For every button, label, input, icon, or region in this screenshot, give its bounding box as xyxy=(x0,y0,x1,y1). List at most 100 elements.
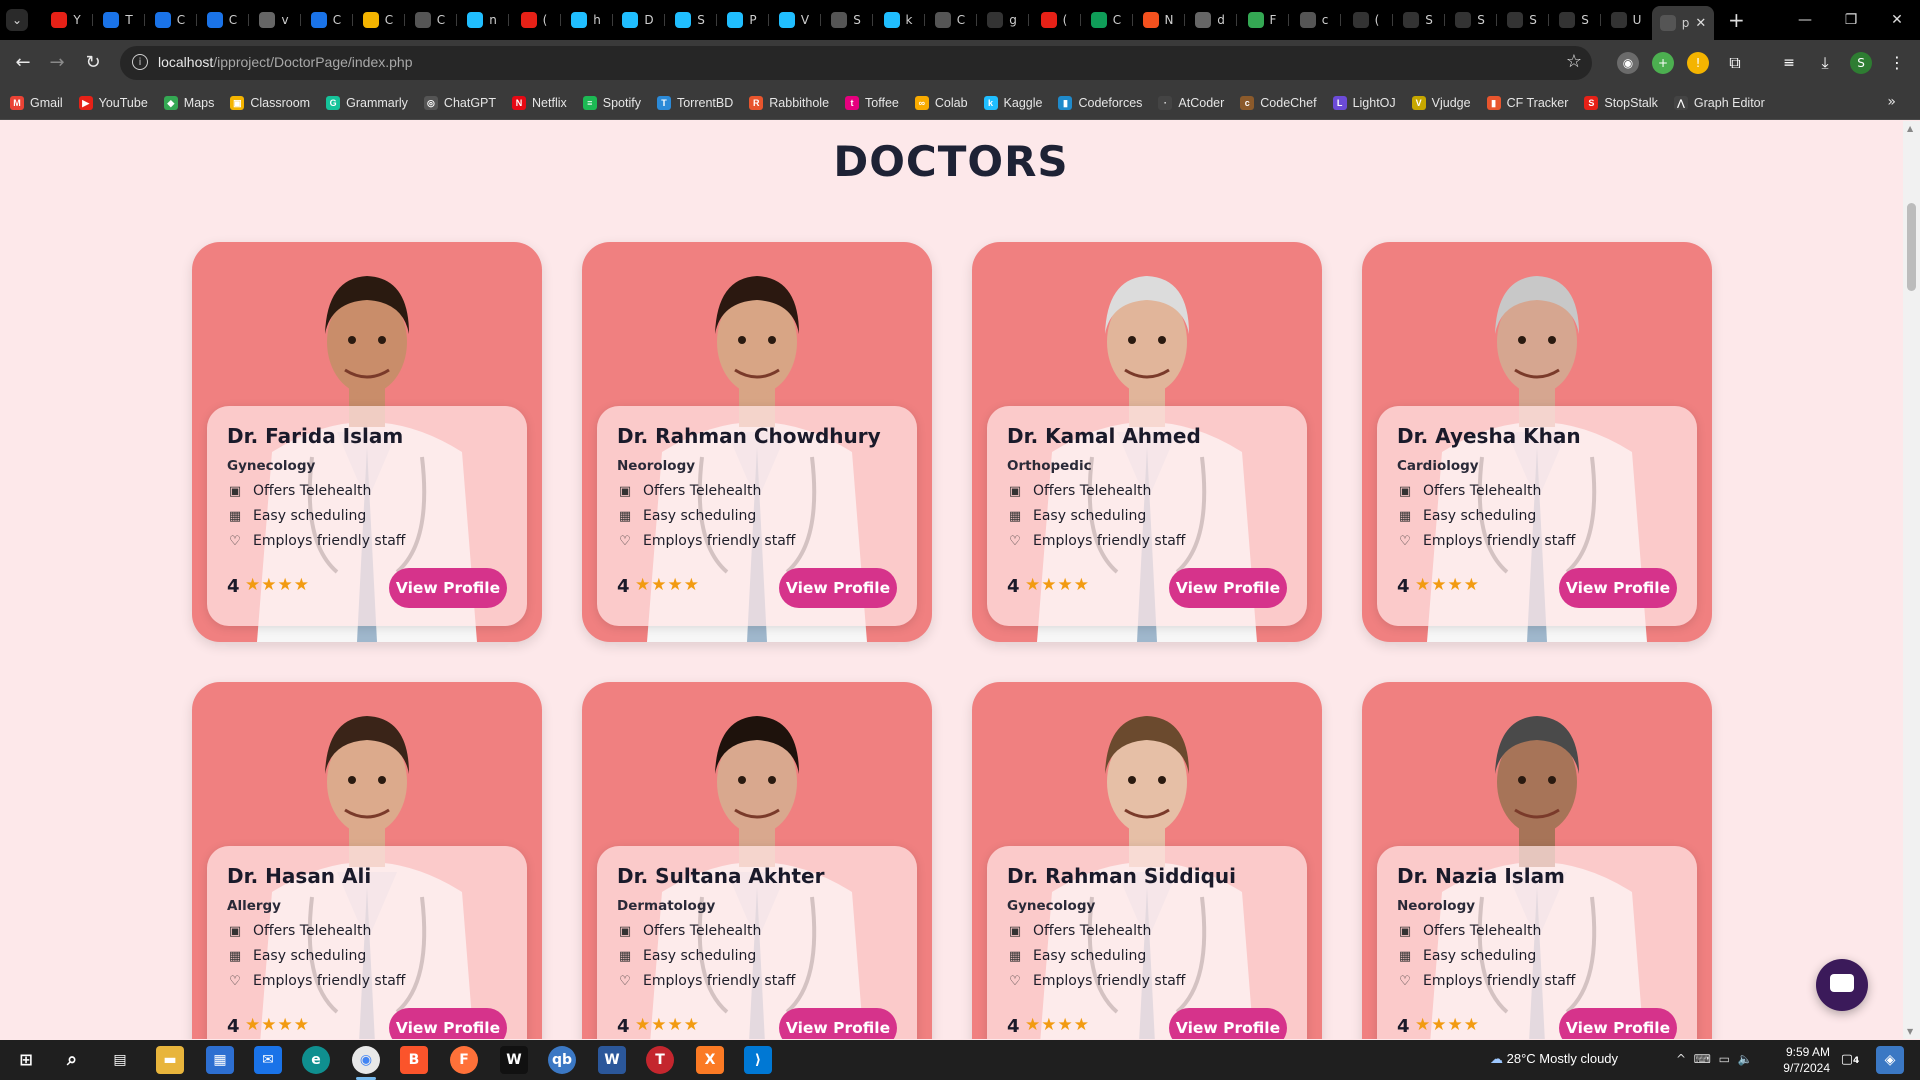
bookmark-star-icon[interactable]: ☆ xyxy=(1566,51,1582,72)
download-icon[interactable]: ⤓ xyxy=(1814,52,1836,74)
extensions-puzzle-icon[interactable]: ⧉ xyxy=(1724,52,1746,74)
view-profile-button[interactable]: View Profile xyxy=(1559,1008,1677,1039)
bookmark-item[interactable]: ▮ CF Tracker xyxy=(1486,95,1568,110)
system-tray[interactable]: ^ ⌨ ▭ 🔈 xyxy=(1676,1052,1753,1066)
extension-icon[interactable]: ! xyxy=(1687,52,1709,74)
browser-tab[interactable]: S xyxy=(820,5,872,35)
extension-icon[interactable]: ◉ xyxy=(1617,52,1639,74)
browser-tab[interactable]: d xyxy=(1184,5,1236,35)
bookmark-item[interactable]: · AtCoder xyxy=(1158,95,1224,110)
browser-tab[interactable]: Y xyxy=(40,5,92,35)
brave-icon[interactable]: B xyxy=(400,1046,428,1074)
browser-tab[interactable]: F xyxy=(1236,5,1288,35)
bookmark-item[interactable]: t Toffee xyxy=(845,95,899,110)
xampp-icon[interactable]: X xyxy=(696,1046,724,1074)
site-info-icon[interactable]: i xyxy=(132,54,148,70)
new-tab-button[interactable]: + xyxy=(1728,8,1745,32)
browser-tab[interactable]: v xyxy=(248,5,300,35)
browser-tab[interactable]: ( xyxy=(508,5,560,35)
view-profile-button[interactable]: View Profile xyxy=(389,568,507,608)
browser-tab[interactable]: S xyxy=(664,5,716,35)
browser-tab[interactable]: k xyxy=(872,5,924,35)
back-arrow-icon[interactable]: ← xyxy=(10,50,36,76)
url-text[interactable]: localhost/ipproject/DoctorPage/index.php xyxy=(158,54,413,70)
address-bar[interactable]: i localhost/ipproject/DoctorPage/index.p… xyxy=(120,46,1592,80)
forward-arrow-icon[interactable]: → xyxy=(44,50,70,76)
view-profile-button[interactable]: View Profile xyxy=(779,568,897,608)
bookmark-item[interactable]: ∞ Colab xyxy=(914,95,968,110)
browser-tab[interactable]: S xyxy=(1548,5,1600,35)
browser-tab[interactable]: ( xyxy=(1340,5,1392,35)
view-profile-button[interactable]: View Profile xyxy=(389,1008,507,1039)
bookmark-item[interactable]: ◎ ChatGPT xyxy=(423,95,496,110)
bookmark-item[interactable]: ⋀ Graph Editor xyxy=(1673,95,1765,110)
scroll-up-icon[interactable]: ▲ xyxy=(1907,124,1913,133)
bookmark-item[interactable]: ▣ Classroom xyxy=(230,95,310,110)
bookmark-item[interactable]: k Kaggle xyxy=(983,95,1042,110)
mail-icon[interactable]: ✉ xyxy=(254,1046,282,1074)
edge-icon[interactable]: e xyxy=(302,1046,330,1074)
bookmark-item[interactable]: G Grammarly xyxy=(326,95,408,110)
qbittorrent-icon[interactable]: qb xyxy=(548,1046,576,1074)
browser-tab[interactable]: T xyxy=(92,5,144,35)
browser-tab-active[interactable]: p ✕ xyxy=(1652,6,1714,40)
weather-widget[interactable]: ☁ 28°C Mostly cloudy xyxy=(1490,1051,1618,1067)
view-profile-button[interactable]: View Profile xyxy=(1169,568,1287,608)
restore-icon[interactable]: ❐ xyxy=(1828,0,1874,40)
word-icon[interactable]: W xyxy=(598,1046,626,1074)
app-icon[interactable]: T xyxy=(646,1046,674,1074)
task-view-icon[interactable]: ▤ xyxy=(106,1046,134,1074)
scroll-down-icon[interactable]: ▼ xyxy=(1907,1027,1913,1036)
bookmarks-overflow-icon[interactable]: » xyxy=(1887,94,1896,110)
browser-tab[interactable]: c xyxy=(1288,5,1340,35)
bookmark-item[interactable]: ▮ Codeforces xyxy=(1058,95,1142,110)
bookmark-item[interactable]: R Rabbithole xyxy=(749,95,829,110)
bookmark-item[interactable]: S StopStalk xyxy=(1584,95,1658,110)
bookmark-item[interactable]: ▶ YouTube xyxy=(78,95,148,110)
minimize-icon[interactable]: — xyxy=(1782,0,1828,40)
bookmark-item[interactable]: N Netflix xyxy=(512,95,567,110)
bookmark-item[interactable]: T TorrentBD xyxy=(656,95,733,110)
clock[interactable]: 9:59 AM 9/7/2024 xyxy=(1770,1044,1830,1076)
notification-icon[interactable]: ▢4 xyxy=(1836,1046,1864,1074)
profile-avatar[interactable]: S xyxy=(1850,52,1872,74)
browser-tab[interactable]: D xyxy=(612,5,664,35)
browser-tab[interactable]: C xyxy=(144,5,196,35)
extension-icon[interactable]: + xyxy=(1652,52,1674,74)
tab-search-dropdown-icon[interactable]: ⌄ xyxy=(6,9,28,31)
browser-tab[interactable]: C xyxy=(1080,5,1132,35)
close-window-icon[interactable]: ✕ xyxy=(1874,0,1920,40)
browser-tab[interactable]: N xyxy=(1132,5,1184,35)
browser-tab[interactable]: C xyxy=(300,5,352,35)
file-explorer-icon[interactable]: ▬ xyxy=(156,1046,184,1074)
bookmark-item[interactable]: c CodeChef xyxy=(1240,95,1317,110)
store-icon[interactable]: ▦ xyxy=(206,1046,234,1074)
page-scrollbar[interactable]: ▲ ▼ xyxy=(1903,121,1920,1039)
media-control-icon[interactable]: ≡ xyxy=(1778,52,1800,74)
widgets-icon[interactable]: ◈ xyxy=(1876,1046,1904,1074)
bookmark-item[interactable]: ≡ Spotify xyxy=(582,95,641,110)
search-icon[interactable]: ⌕ xyxy=(58,1046,86,1074)
browser-tab[interactable]: C xyxy=(404,5,456,35)
scrollbar-thumb[interactable] xyxy=(1907,203,1916,291)
bookmark-item[interactable]: ◆ Maps xyxy=(163,95,214,110)
browser-tab[interactable]: C xyxy=(352,5,404,35)
browser-tab[interactable]: C xyxy=(196,5,248,35)
firefox-icon[interactable]: F xyxy=(450,1046,478,1074)
chat-widget-button[interactable] xyxy=(1816,959,1868,1011)
start-windows-icon[interactable]: ⊞ xyxy=(12,1046,40,1074)
browser-tab[interactable]: C xyxy=(924,5,976,35)
browser-tab[interactable]: g xyxy=(976,5,1028,35)
menu-kebab-icon[interactable]: ⋮ xyxy=(1886,52,1908,74)
reload-icon[interactable]: ↻ xyxy=(80,50,106,76)
bookmark-item[interactable]: V Vjudge xyxy=(1411,95,1471,110)
view-profile-button[interactable]: View Profile xyxy=(1169,1008,1287,1039)
app-icon[interactable]: W xyxy=(500,1046,528,1074)
browser-tab[interactable]: S xyxy=(1496,5,1548,35)
view-profile-button[interactable]: View Profile xyxy=(779,1008,897,1039)
browser-tab[interactable]: P xyxy=(716,5,768,35)
close-tab-icon[interactable]: ✕ xyxy=(1695,16,1706,31)
view-profile-button[interactable]: View Profile xyxy=(1559,568,1677,608)
browser-tab[interactable]: U xyxy=(1600,5,1652,35)
browser-tab[interactable]: h xyxy=(560,5,612,35)
